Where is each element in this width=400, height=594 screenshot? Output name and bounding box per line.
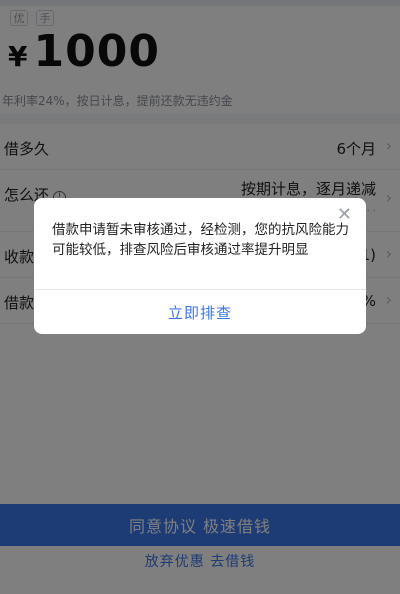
dialog-message: 借款申请暂未审核通过，经检测，您的抗风险能力可能较低，排查风险后审核通过率提升明…: [52, 222, 349, 258]
loan-page: 优 手 ¥ 1000 年利率24%，按日计息，提前还款无违约金 借多久 6个月 …: [0, 0, 400, 594]
check-now-button[interactable]: 立即排查: [34, 290, 366, 334]
risk-dialog: ✕ 借款申请暂未审核通过，经检测，您的抗风险能力可能较低，排查风险后审核通过率提…: [34, 198, 366, 334]
